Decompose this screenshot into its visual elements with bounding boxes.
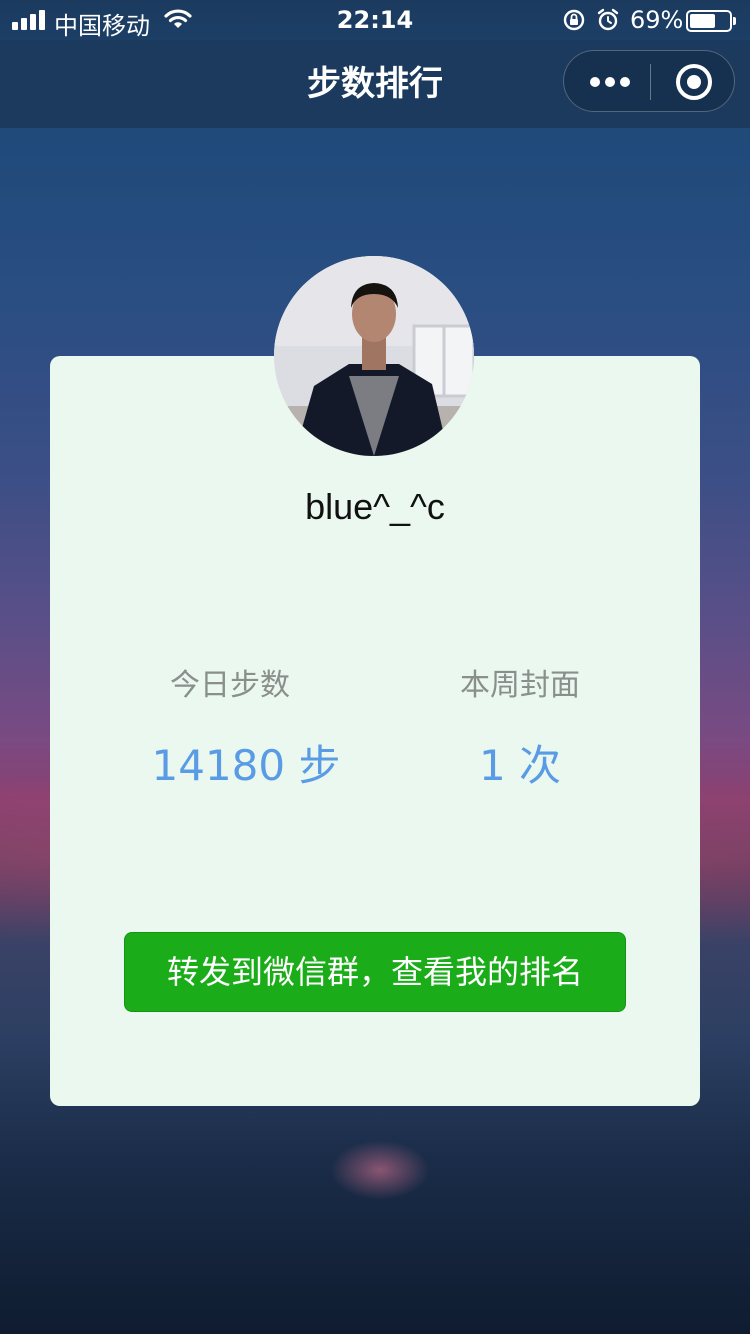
battery-percent: 69% (630, 6, 684, 34)
rotation-lock-icon (563, 9, 585, 31)
capsule-divider (650, 64, 651, 100)
today-steps-value: 14180 步 (151, 741, 341, 790)
weekly-cover-value: 1 次 (478, 741, 562, 790)
username: blue^_^c (305, 486, 445, 527)
mini-program-capsule (563, 50, 735, 112)
today-steps-label: 今日步数 (170, 668, 290, 703)
alarm-icon (597, 8, 619, 31)
status-bar: 中国移动 22:14 69% (0, 0, 750, 40)
battery-icon (686, 10, 736, 32)
nav-bar: 步数排行 (0, 40, 750, 128)
avatar (274, 256, 474, 456)
more-icon[interactable] (590, 69, 630, 93)
close-mini-program-icon[interactable] (676, 64, 712, 100)
background-light (330, 1140, 430, 1200)
battery-fill (690, 14, 715, 28)
share-to-group-button[interactable]: 转发到微信群，查看我的排名 (124, 932, 626, 1012)
avatar-image (274, 256, 474, 456)
weekly-cover-label: 本周封面 (460, 668, 580, 703)
